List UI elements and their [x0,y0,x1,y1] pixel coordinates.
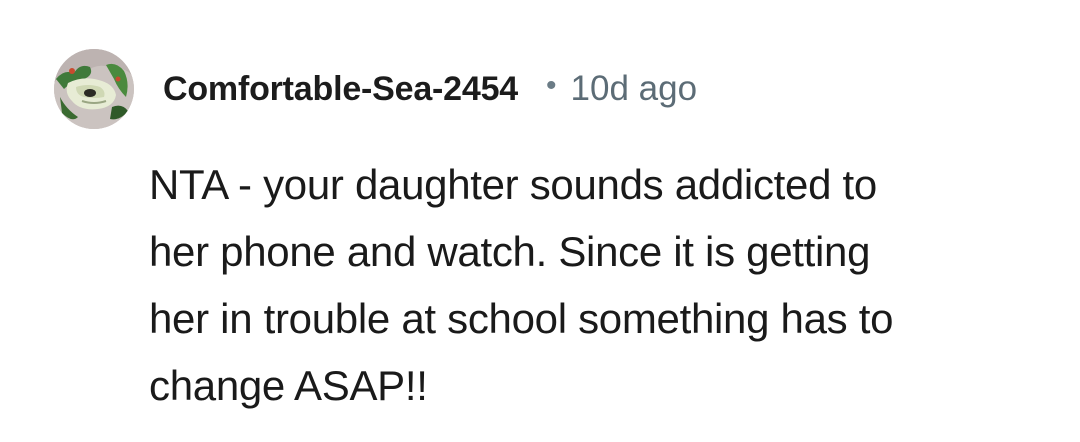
comment-body-line: her phone and watch. Since it is getting [149,228,871,275]
comment-timestamp: 10d ago [570,69,698,108]
comment-body-line: NTA - your daughter sounds addicted to [149,161,877,208]
comment-body: NTA - your daughter sounds addicted to h… [149,151,1049,419]
comment-body-line: change ASAP!! [149,362,428,409]
user-avatar[interactable] [54,49,134,129]
avatar-image [54,49,134,129]
username-link[interactable]: Comfortable-Sea-2454 [163,70,518,109]
comment: Comfortable-Sea-2454 • 10d ago NTA - you… [0,0,1080,442]
comment-meta: Comfortable-Sea-2454 • 10d ago [163,66,697,112]
meta-separator-dot: • [546,69,557,102]
comment-body-line: her in trouble at school something has t… [149,295,894,342]
